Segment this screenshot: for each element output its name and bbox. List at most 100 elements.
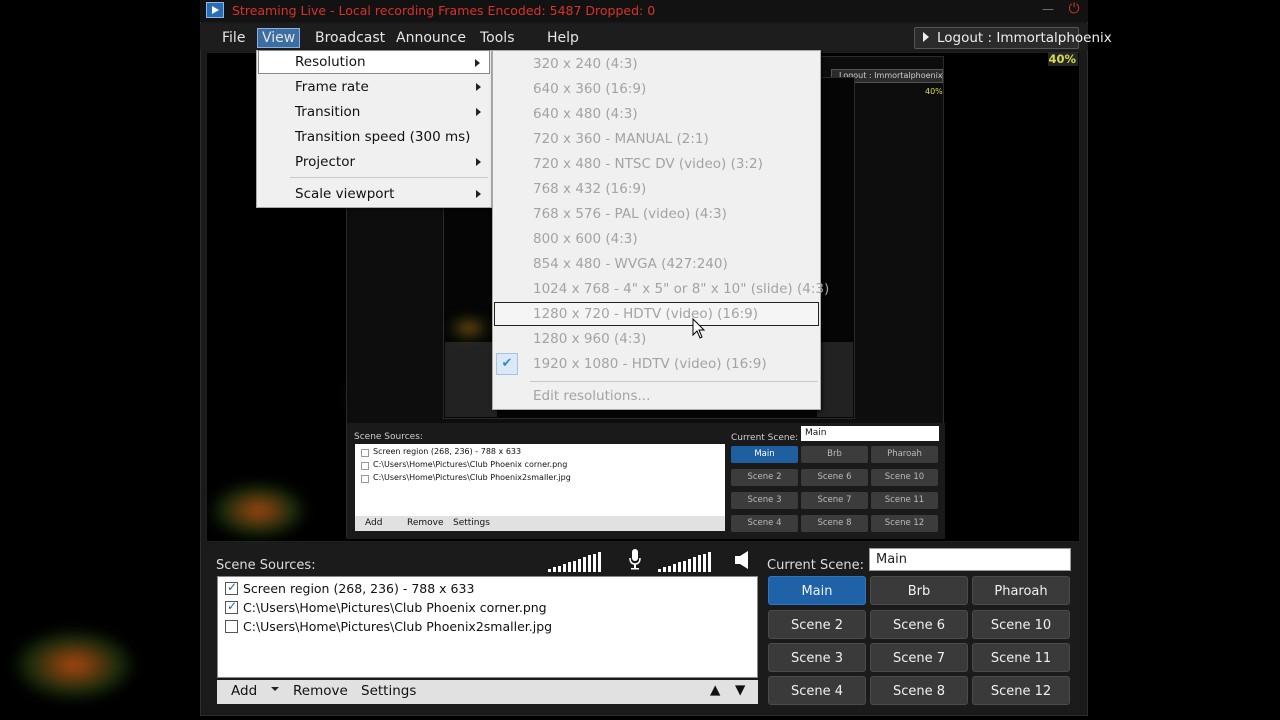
nested-current-scene-label: Current Scene: xyxy=(731,433,799,443)
settings-source-button[interactable]: Settings xyxy=(361,683,416,699)
resolution-item[interactable]: 1280 x 960 (4:3) xyxy=(494,327,819,351)
source-row[interactable]: C:\Users\Home\Pictures\Club Phoenix2smal… xyxy=(243,619,552,634)
volume-bar xyxy=(678,562,681,572)
nested-scene-button: Scene 2 xyxy=(731,469,798,486)
submenu-arrow-icon xyxy=(476,83,481,91)
view-menu-frame-rate[interactable]: Frame rate xyxy=(258,75,490,99)
nested-scene-button: Main xyxy=(731,446,798,463)
current-scene-input[interactable]: Main xyxy=(869,548,1071,571)
menu-broadcast[interactable]: Broadcast xyxy=(311,28,389,48)
scene-button-pharoah[interactable]: Pharoah xyxy=(972,576,1070,605)
nested-source-row: Screen region (268, 236) - 788 x 633 xyxy=(373,447,522,456)
view-menu-resolution[interactable]: Resolution xyxy=(258,50,490,74)
volume-bar xyxy=(668,565,671,572)
nested-checkbox xyxy=(361,449,369,457)
scene-button-8[interactable]: Scene 8 xyxy=(870,676,968,705)
minimize-button[interactable]: — xyxy=(1038,2,1058,18)
speaker-icon[interactable] xyxy=(734,550,752,570)
nested-scene-button: Scene 11 xyxy=(871,492,938,509)
nested-inner-sources xyxy=(445,342,497,417)
nested-checkbox xyxy=(361,475,369,483)
volume-bar xyxy=(553,567,556,572)
volume-bar xyxy=(708,552,711,572)
scene-button-2[interactable]: Scene 2 xyxy=(768,610,866,639)
resolution-item-hovered[interactable]: 1280 x 720 - HDTV (video) (16:9) xyxy=(494,302,819,326)
resolution-item[interactable]: 640 x 480 (4:3) xyxy=(494,102,819,126)
volume-bar xyxy=(558,565,561,572)
app-icon xyxy=(206,2,224,18)
view-menu-label: Transition xyxy=(295,104,361,120)
volume-bar xyxy=(663,567,666,572)
nested-scene-button: Scene 12 xyxy=(871,515,938,532)
nested-add: Add xyxy=(365,518,383,528)
resolution-item-checked[interactable]: 1920 x 1080 - HDTV (video) (16:9) xyxy=(494,352,819,376)
view-menu-scale-viewport[interactable]: Scale viewport xyxy=(258,182,490,206)
scene-button-12[interactable]: Scene 12 xyxy=(972,676,1070,705)
menu-file[interactable]: File xyxy=(218,28,249,48)
view-menu-transition[interactable]: Transition xyxy=(258,100,490,124)
nested-checkbox xyxy=(361,462,369,470)
menu-tools[interactable]: Tools xyxy=(476,28,519,48)
add-dropdown-icon[interactable] xyxy=(271,687,279,691)
menu-announce[interactable]: Announce xyxy=(392,28,470,48)
resolution-item[interactable]: 640 x 360 (16:9) xyxy=(494,77,819,101)
view-menu-label: Resolution xyxy=(295,54,366,70)
resolution-item[interactable]: 720 x 480 - NTSC DV (video) (3:2) xyxy=(494,152,819,176)
logout-button[interactable]: Logout : Immortalphoenix xyxy=(914,27,1112,49)
volume-bar xyxy=(578,558,581,572)
source-checkbox[interactable] xyxy=(225,599,238,614)
volume-bar xyxy=(693,557,696,572)
view-menu-transition-speed[interactable]: Transition speed (300 ms) xyxy=(258,125,490,149)
submenu-arrow-icon xyxy=(476,190,481,198)
resolution-item[interactable]: 720 x 360 - MANUAL (2:1) xyxy=(494,127,819,151)
view-menu-projector[interactable]: Projector xyxy=(258,150,490,174)
volume-bar xyxy=(658,569,661,572)
nested-inner-scenes xyxy=(817,342,853,417)
scene-button-3[interactable]: Scene 3 xyxy=(768,643,866,672)
resolution-item[interactable]: 854 x 480 - WVGA (427:240) xyxy=(494,252,819,276)
source-checkbox[interactable] xyxy=(225,580,238,595)
add-source-button[interactable]: Add xyxy=(231,683,257,699)
scene-button-main[interactable]: Main xyxy=(768,576,866,605)
nested-remove: Remove xyxy=(407,518,444,528)
scene-button-4[interactable]: Scene 4 xyxy=(768,676,866,705)
cpu-usage: 40% xyxy=(1048,52,1078,66)
volume-bar xyxy=(548,569,551,572)
view-menu-label: Frame rate xyxy=(295,79,369,95)
resolution-item[interactable]: 800 x 600 (4:3) xyxy=(494,227,819,251)
volume-bar xyxy=(673,563,676,572)
resolution-item[interactable]: 768 x 576 - PAL (video) (4:3) xyxy=(494,202,819,226)
scene-button-7[interactable]: Scene 7 xyxy=(870,643,968,672)
scene-button-6[interactable]: Scene 6 xyxy=(870,610,968,639)
source-checkbox[interactable] xyxy=(225,620,238,633)
nested-settings: Settings xyxy=(453,518,490,528)
scene-sources-list[interactable]: Screen region (268, 236) - 788 x 633 C:\… xyxy=(217,576,758,678)
remove-source-button[interactable]: Remove xyxy=(293,683,348,699)
volume-bar xyxy=(703,553,706,572)
menu-view[interactable]: View xyxy=(257,28,301,48)
resolution-item[interactable]: 1024 x 768 - 4" x 5" or 8" x 10" (slide)… xyxy=(494,277,829,301)
source-row[interactable]: C:\Users\Home\Pictures\Club Phoenix corn… xyxy=(243,600,547,615)
menu-help[interactable]: Help xyxy=(543,28,583,48)
resolution-item[interactable]: 320 x 240 (4:3) xyxy=(494,52,819,76)
move-up-icon[interactable]: ▲ xyxy=(710,682,720,698)
nested-scene-button: Scene 10 xyxy=(871,469,938,486)
nested-scene-button: Brb xyxy=(801,446,868,463)
edit-resolutions-item[interactable]: Edit resolutions... xyxy=(494,384,819,408)
close-button[interactable]: ⏻ xyxy=(1064,2,1084,18)
submenu-arrow-icon xyxy=(476,108,481,116)
phoenix-logo-image xyxy=(449,317,489,339)
mic-icon[interactable] xyxy=(628,548,642,570)
volume-bar xyxy=(598,552,601,572)
move-down-icon[interactable]: ▼ xyxy=(735,682,745,698)
scene-button-11[interactable]: Scene 11 xyxy=(972,643,1070,672)
resolution-item[interactable]: 768 x 432 (16:9) xyxy=(494,177,819,201)
nested-cpu: 40% xyxy=(925,87,943,96)
menu-separator xyxy=(530,381,818,382)
scene-button-10[interactable]: Scene 10 xyxy=(972,610,1070,639)
source-row[interactable]: Screen region (268, 236) - 788 x 633 xyxy=(243,581,474,596)
window-title: Streaming Live - Local recording Frames … xyxy=(232,3,656,18)
scene-button-brb[interactable]: Brb xyxy=(870,576,968,605)
nested-scene-button: Scene 7 xyxy=(801,492,868,509)
nested-scene-button: Scene 8 xyxy=(801,515,868,532)
